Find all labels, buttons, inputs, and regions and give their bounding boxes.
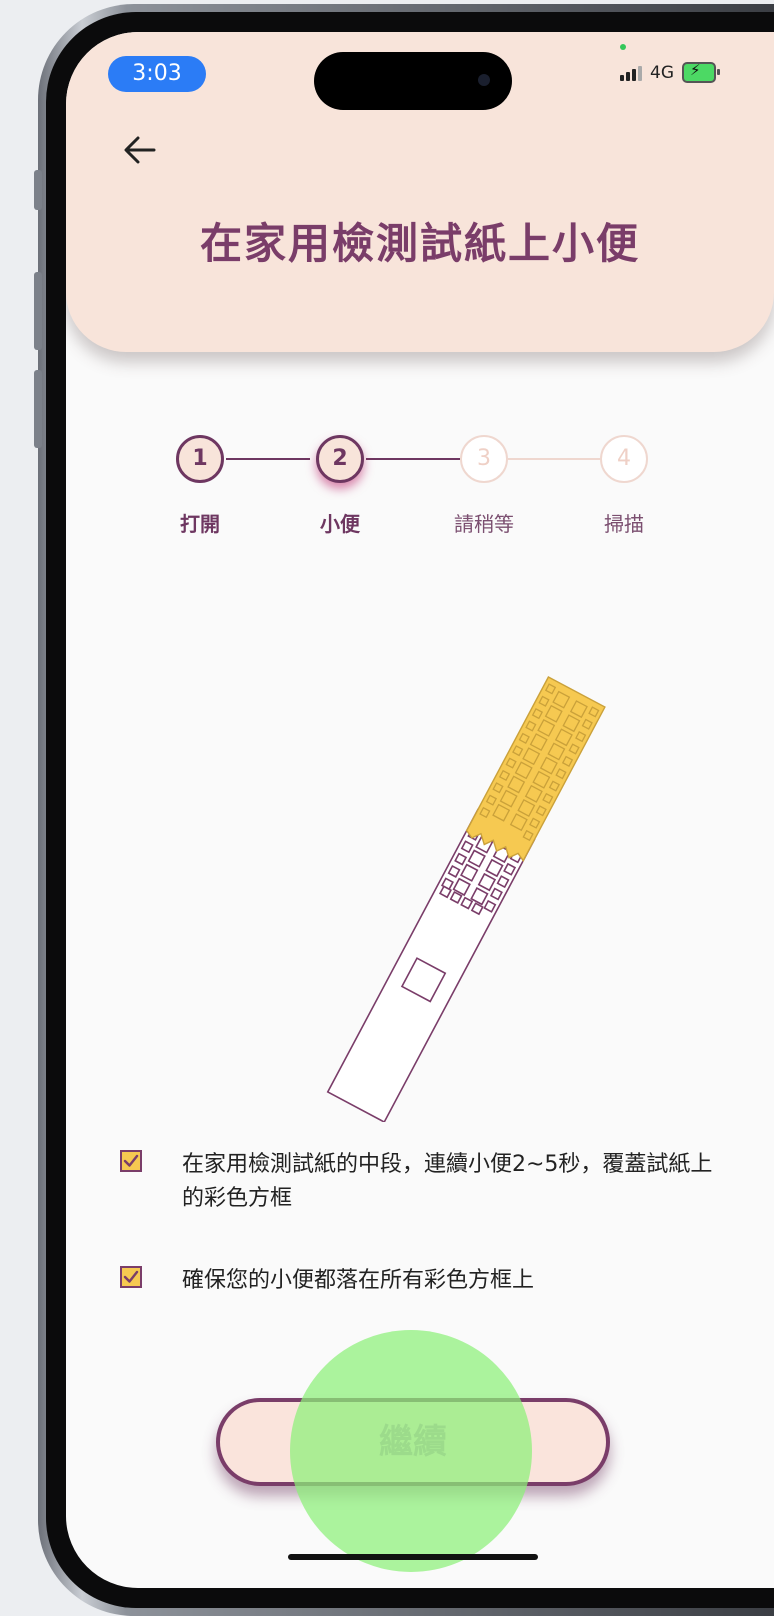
status-time: 3:03 [108, 56, 206, 92]
header: 3:03 4G ⚡ 在家用檢測試紙上小便 [66, 32, 774, 352]
step-2-circle: 2 [316, 435, 364, 483]
instruction-item: 確保您的小便都落在所有彩色方框上 [120, 1264, 722, 1298]
step-connector [226, 458, 310, 460]
step-1-label: 打開 [180, 512, 220, 536]
checkbox-checked-icon[interactable] [120, 1150, 142, 1172]
step-3-circle: 3 [460, 435, 508, 483]
step-4-circle: 4 [600, 435, 648, 483]
network-label: 4G [650, 62, 674, 83]
instruction-text: 在家用檢測試紙的中段，連續小便2~5秒，覆蓋試紙上的彩色方框 [182, 1152, 713, 1211]
progress-stepper: 1 2 3 4 打開 小便 請稍等 掃描 [66, 412, 774, 552]
status-icons: 4G ⚡ [620, 61, 720, 83]
camera-dot [478, 74, 490, 86]
step-4-label: 掃描 [604, 512, 644, 536]
page-title: 在家用檢測試紙上小便 [199, 219, 640, 268]
instruction-text: 確保您的小便都落在所有彩色方框上 [182, 1268, 535, 1293]
tap-indicator [290, 1330, 532, 1572]
dynamic-island [314, 52, 512, 110]
step-3-label: 請稍等 [454, 512, 514, 536]
instruction-item: 在家用檢測試紙的中段，連續小便2~5秒，覆蓋試紙上的彩色方框 [120, 1148, 722, 1216]
side-button-volume-down [34, 370, 42, 448]
privacy-indicator [620, 44, 626, 50]
signal-icon [620, 65, 642, 81]
screen: 3:03 4G ⚡ 在家用檢測試紙上小便 1 2 3 4 打開 小便 請稍等 掃… [66, 32, 774, 1588]
battery-icon: ⚡ [682, 61, 720, 83]
side-button-mute [34, 170, 42, 210]
side-button-volume-up [34, 272, 42, 350]
step-connector [366, 458, 460, 460]
checkbox-checked-icon[interactable] [120, 1266, 142, 1288]
home-indicator[interactable] [288, 1554, 538, 1560]
step-connector [508, 458, 600, 460]
test-strip-illustration [326, 676, 606, 1122]
step-1-circle: 1 [176, 435, 224, 483]
step-2-label: 小便 [320, 512, 360, 536]
back-arrow-icon[interactable] [118, 128, 162, 172]
